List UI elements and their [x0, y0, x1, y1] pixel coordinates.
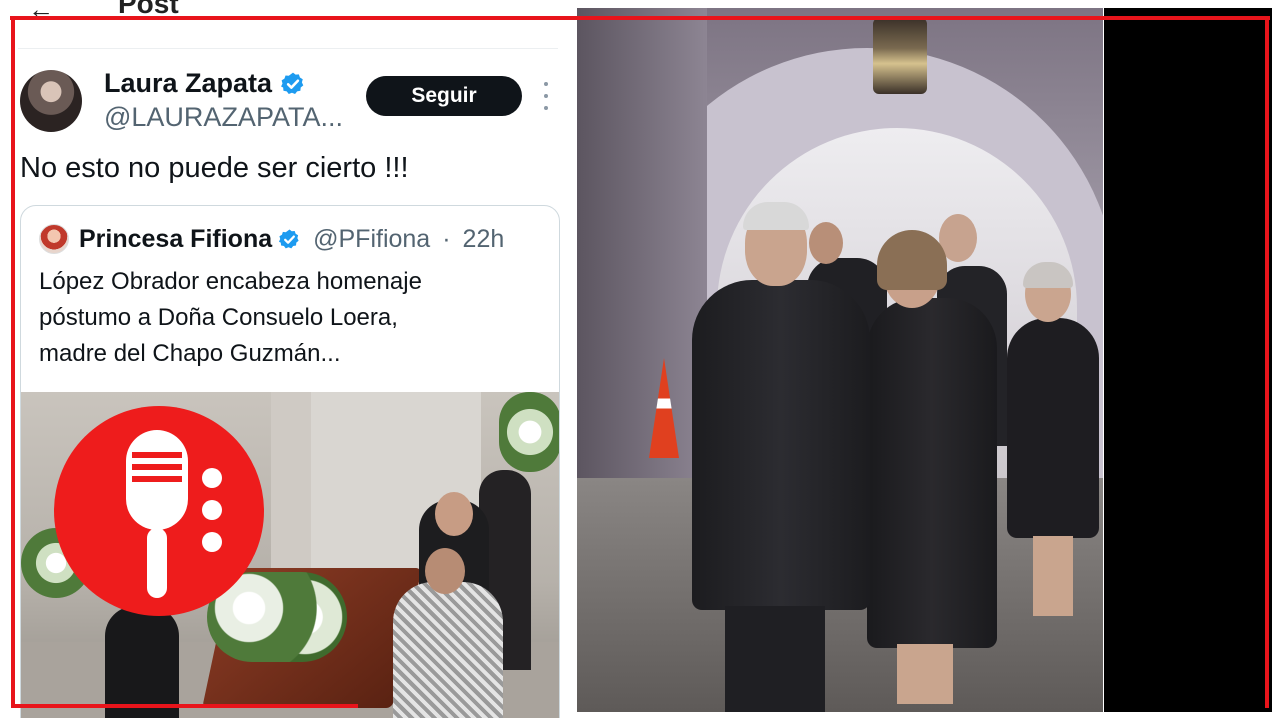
red-frame-right: [1265, 18, 1269, 708]
flower-arrangement: [499, 392, 559, 472]
tweet-panel: ← Post Laura Zapata @LAURAZAPATA... Segu…: [0, 0, 572, 718]
person-legs: [1033, 536, 1073, 616]
separator-dot: ·: [442, 224, 451, 253]
person-hair: [743, 202, 809, 230]
divider: [18, 48, 558, 49]
mourner-head: [435, 492, 473, 536]
quoted-text-line: madre del Chapo Guzmán...: [39, 340, 341, 367]
arrow-left-icon[interactable]: ←: [28, 0, 54, 25]
red-frame-left: [11, 18, 15, 708]
quoted-text-line: póstumo a Doña Consuelo Loera,: [39, 304, 398, 331]
red-frame-bottom: [12, 704, 358, 708]
verified-badge-icon: [281, 72, 304, 94]
more-vertical-icon[interactable]: [538, 82, 554, 110]
author-handle[interactable]: @LAURAZAPATA...: [104, 102, 343, 133]
top-bar: ← Post: [0, 0, 572, 30]
quoted-author-avatar[interactable]: [39, 224, 69, 254]
person-figure: [692, 280, 870, 610]
quoted-author-handle[interactable]: @PFifiona: [313, 225, 430, 254]
main-photo: [577, 8, 1103, 712]
follow-button[interactable]: Seguir: [366, 76, 522, 116]
person-legs: [725, 606, 825, 712]
hanging-lamp: [873, 18, 927, 94]
quoted-tweet-text: López Obrador encabeza homenaje póstumo …: [39, 264, 549, 372]
author-name-text: Laura Zapata: [104, 68, 273, 98]
person-legs: [897, 644, 953, 704]
person-figure: [1007, 318, 1099, 538]
black-bar: [1104, 8, 1272, 712]
quoted-time[interactable]: 22h: [463, 225, 505, 254]
person-figure: [867, 298, 997, 648]
quoted-tweet-header: Princesa Fifiona @PFifiona · 22h: [39, 224, 504, 254]
red-frame-top: [10, 16, 1270, 20]
microphone-glyph: [126, 430, 222, 598]
author-avatar[interactable]: [20, 70, 82, 132]
microphone-logo-icon: [54, 406, 264, 616]
verified-badge-icon: [279, 228, 299, 248]
tweet-text: No esto no puede ser cierto !!!: [20, 152, 409, 184]
author-name[interactable]: Laura Zapata: [104, 68, 306, 99]
quoted-text-line: López Obrador encabeza homenaje: [39, 268, 422, 295]
mourner-figure: [393, 582, 503, 718]
mourner-head: [425, 548, 465, 594]
person-head: [809, 222, 843, 264]
quoted-author-name[interactable]: Princesa Fifiona: [79, 225, 272, 254]
mourner-figure: [105, 606, 179, 718]
